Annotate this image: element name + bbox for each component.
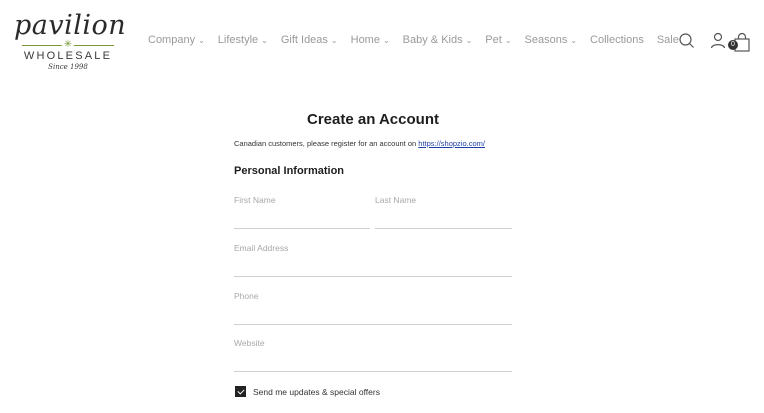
notice-text: Canadian customers, please register for … bbox=[234, 139, 419, 148]
website-field: Website bbox=[234, 338, 512, 372]
cart-count-badge: 0 bbox=[728, 40, 738, 50]
email-input[interactable] bbox=[234, 259, 512, 277]
nav-item-company[interactable]: Company ⌄ bbox=[148, 33, 205, 48]
last-name-input[interactable] bbox=[375, 211, 512, 229]
nav-item-seasons[interactable]: Seasons ⌄ bbox=[525, 33, 578, 48]
shopzio-link[interactable]: https://shopzio.com/ bbox=[418, 139, 485, 148]
section-title-personal-info: Personal Information bbox=[234, 165, 345, 177]
last-name-field: Last Name bbox=[375, 195, 512, 229]
email-field: Email Address bbox=[234, 243, 512, 277]
canada-notice: Canadian customers, please register for … bbox=[234, 139, 485, 148]
nav-item-home[interactable]: Home ⌄ bbox=[351, 33, 390, 48]
logo-wordmark: pavilion bbox=[14, 10, 127, 41]
page-title: Create an Account bbox=[307, 111, 439, 128]
brand-logo[interactable]: pavilion ✳ WHOLESALE Since 1998 bbox=[14, 10, 127, 74]
logo-divider: ✳ bbox=[22, 39, 114, 51]
user-icon[interactable] bbox=[710, 32, 726, 50]
first-name-input[interactable] bbox=[234, 211, 370, 229]
phone-input[interactable] bbox=[234, 307, 512, 325]
chevron-down-icon: ⌄ bbox=[198, 36, 205, 45]
last-name-label: Last Name bbox=[375, 195, 417, 205]
nav-item-lifestyle[interactable]: Lifestyle ⌄ bbox=[218, 33, 268, 48]
logo-tagline: WHOLESALE bbox=[23, 50, 113, 62]
first-name-label: First Name bbox=[234, 195, 276, 205]
optin-label: Send me updates & special offers bbox=[253, 386, 380, 397]
shopping-bag-icon[interactable]: 0 bbox=[728, 32, 752, 54]
nav-item-pet[interactable]: Pet ⌄ bbox=[485, 33, 511, 48]
optin-checkbox[interactable] bbox=[235, 386, 246, 397]
chevron-down-icon: ⌄ bbox=[330, 36, 338, 45]
first-name-field: First Name bbox=[234, 195, 370, 229]
chevron-down-icon: ⌄ bbox=[382, 36, 390, 45]
website-input[interactable] bbox=[234, 354, 512, 372]
phone-label: Phone bbox=[234, 291, 259, 301]
main-nav: Company ⌄ Lifestyle ⌄ Gift Ideas ⌄ Home ⌄ Ba… bbox=[148, 33, 692, 48]
nav-item-baby-kids[interactable]: Baby & Kids ⌄ bbox=[403, 33, 473, 48]
nav-item-collections[interactable]: Collections bbox=[590, 33, 644, 48]
chevron-down-icon: ⌄ bbox=[261, 36, 268, 45]
search-icon[interactable] bbox=[678, 32, 696, 50]
optin-row[interactable]: Send me updates & special offers bbox=[235, 386, 380, 397]
chevron-down-icon: ⌄ bbox=[504, 36, 512, 45]
site-header: pavilion ✳ WHOLESALE Since 1998 Company ⌄… bbox=[0, 0, 764, 80]
chevron-down-icon: ⌄ bbox=[465, 36, 473, 45]
nav-item-sale[interactable]: Sale bbox=[657, 33, 679, 48]
phone-field: Phone bbox=[234, 291, 512, 325]
website-label: Website bbox=[234, 338, 265, 348]
leaf-icon: ✳ bbox=[61, 39, 75, 51]
chevron-down-icon: ⌄ bbox=[570, 36, 578, 45]
email-label: Email Address bbox=[234, 243, 289, 253]
nav-item-gift-ideas[interactable]: Gift Ideas ⌄ bbox=[281, 33, 338, 48]
logo-since: Since 1998 bbox=[48, 63, 88, 71]
